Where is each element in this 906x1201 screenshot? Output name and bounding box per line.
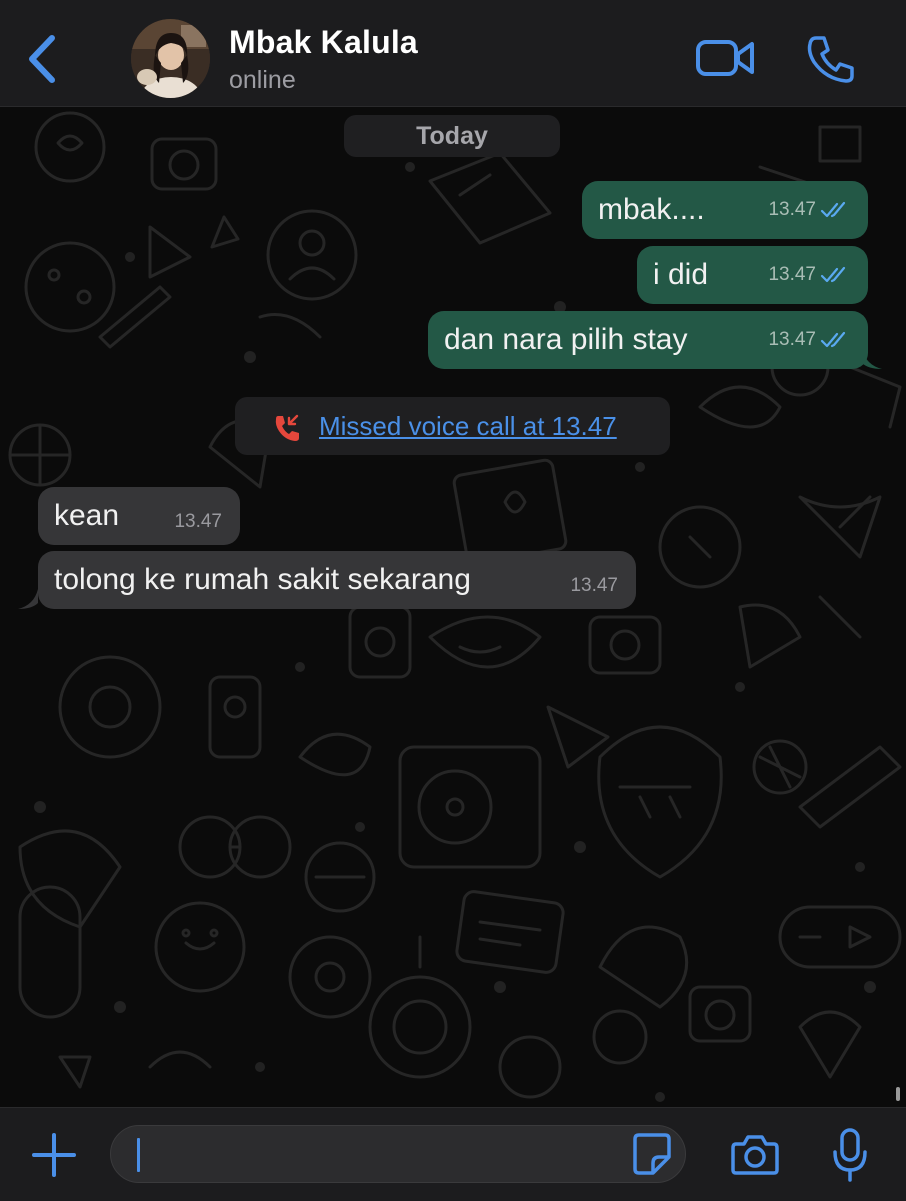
chat-header: Mbak Kalula online — [0, 0, 906, 107]
message-time: 13.47 — [174, 511, 222, 532]
attach-button[interactable] — [30, 1131, 78, 1179]
date-separator: Today — [344, 115, 560, 157]
avatar-photo — [131, 19, 210, 98]
video-call-button[interactable] — [694, 34, 756, 82]
message-time: 13.47 — [768, 264, 816, 285]
double-check-icon — [820, 266, 846, 283]
message-text: dan nara pilih stay — [444, 323, 688, 356]
message-text: mbak.... — [598, 193, 705, 226]
input-bar — [0, 1107, 906, 1201]
microphone-icon — [833, 1128, 867, 1182]
message-bubble-incoming[interactable]: kean 13.47 — [38, 487, 240, 545]
bubble-tail — [18, 589, 38, 609]
message-bubble-outgoing[interactable]: dan nara pilih stay 13.47 — [428, 311, 868, 369]
double-check-icon — [820, 201, 846, 218]
voice-call-button[interactable] — [804, 34, 858, 84]
camera-button[interactable] — [730, 1134, 780, 1176]
message-text: i did — [653, 258, 709, 291]
message-input-container[interactable] — [110, 1125, 686, 1184]
chat-area[interactable]: Today mbak.... 13.47 i did 13.47 dan nar… — [0, 107, 906, 1107]
video-camera-icon — [696, 40, 754, 76]
missed-call-icon — [275, 414, 299, 441]
scrollbar[interactable] — [896, 1087, 900, 1101]
contact-status: online — [229, 66, 296, 94]
message-bubble-incoming[interactable]: tolong ke rumah sakit sekarang 13.47 — [38, 551, 636, 609]
message-time: 13.47 — [570, 575, 618, 596]
message-time: 13.47 — [768, 199, 816, 220]
plus-icon — [32, 1133, 76, 1177]
message-time: 13.47 — [768, 329, 816, 350]
message-text: tolong ke rumah sakit sekarang — [54, 563, 471, 596]
message-text: kean — [54, 499, 120, 532]
message-meta: 13.47 — [768, 246, 850, 304]
message-meta: 13.47 — [768, 181, 850, 239]
message-input[interactable] — [135, 1126, 609, 1184]
double-check-icon — [820, 331, 846, 348]
missed-call-link[interactable]: Missed voice call at 13.47 — [319, 397, 617, 455]
message-bubble-outgoing[interactable]: i did 13.47 — [637, 246, 868, 304]
message-meta: 13.47 — [768, 311, 850, 369]
camera-icon — [731, 1135, 779, 1175]
chevron-left-icon — [29, 35, 55, 83]
bubble-tail — [862, 349, 882, 369]
sticker-icon — [633, 1133, 671, 1175]
sticker-button[interactable] — [631, 1131, 673, 1177]
phone-icon — [807, 36, 854, 83]
back-button[interactable] — [20, 32, 64, 86]
contact-name[interactable]: Mbak Kalula — [229, 24, 418, 61]
avatar[interactable] — [131, 19, 210, 98]
microphone-button[interactable] — [832, 1126, 868, 1184]
missed-call-notice[interactable]: Missed voice call at 13.47 — [235, 397, 670, 455]
message-bubble-outgoing[interactable]: mbak.... 13.47 — [582, 181, 868, 239]
